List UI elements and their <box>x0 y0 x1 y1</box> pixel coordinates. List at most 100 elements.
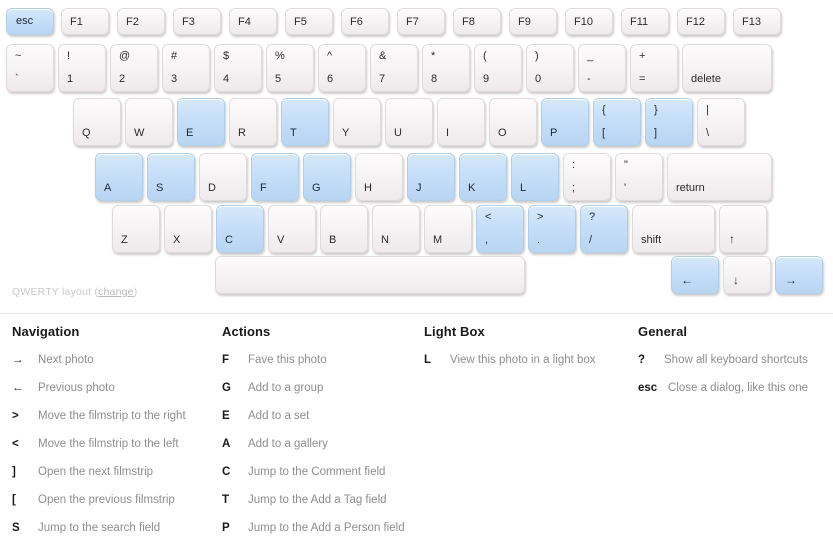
key-up[interactable]: ↑ <box>719 205 767 253</box>
key-return[interactable]: return <box>667 153 772 201</box>
keyboard-shortcuts-dialog: esc F1 F2 F3 F4 F5 F6 F7 F8 F9 F10 F11 F12 F13 ~ `! 1 @2 #… <box>0 0 833 553</box>
key-label: F5 <box>294 16 307 28</box>
key-b[interactable]: B <box>320 205 368 253</box>
key-j[interactable]: J <box>407 153 455 201</box>
key-slash[interactable]: ? / <box>580 205 628 253</box>
shortcut-description: Next photo <box>38 354 94 366</box>
arrow-icon: ↑ <box>729 232 735 246</box>
key-c[interactable]: C <box>216 205 264 253</box>
key-label: T <box>290 127 297 139</box>
key-space[interactable] <box>215 256 525 294</box>
key-m[interactable]: M <box>424 205 472 253</box>
key-base-glyph: \ <box>706 127 710 139</box>
key-o[interactable]: O <box>489 98 537 146</box>
key-r[interactable]: R <box>229 98 277 146</box>
shortcut-item: A Add to a gallery <box>222 437 422 452</box>
key-y[interactable]: Y <box>333 98 381 146</box>
shortcut-description: Move the filmstrip to the left <box>38 438 179 450</box>
key-w[interactable]: W <box>125 98 173 146</box>
shortcut-key: S <box>12 522 20 534</box>
key-left[interactable]: ← <box>671 256 719 294</box>
key-u[interactable]: U <box>385 98 433 146</box>
key-d[interactable]: D <box>199 153 247 201</box>
shortcut-description: Fave this photo <box>248 354 327 366</box>
key-semicolon[interactable]: :; <box>563 153 611 201</box>
key-quote[interactable]: " ' <box>615 153 663 201</box>
key-rbracket[interactable]: }] <box>645 98 693 146</box>
arrow-icon: ↓ <box>733 273 739 287</box>
shortcut-description: Open the next filmstrip <box>38 466 154 478</box>
key-f1[interactable]: F1 <box>61 8 109 35</box>
key-base-glyph: 8 <box>431 73 438 85</box>
shortcut-item: S Jump to the search field <box>12 521 222 536</box>
layout-note-prefix: QWERTY layout ( <box>12 286 99 298</box>
key-f13[interactable]: F13 <box>733 8 781 35</box>
key-x[interactable]: X <box>164 205 212 253</box>
key-a[interactable]: A <box>95 153 143 201</box>
key-delete[interactable]: delete <box>682 44 772 92</box>
key-f9[interactable]: F9 <box>509 8 557 35</box>
legend-column-title: Actions <box>222 324 271 339</box>
key-1[interactable]: ! 1 <box>58 44 106 92</box>
key-v[interactable]: V <box>268 205 316 253</box>
key-p[interactable]: P <box>541 98 589 146</box>
key-e[interactable]: E <box>177 98 225 146</box>
key-label: G <box>312 182 321 194</box>
key-backtick[interactable]: ~ ` <box>6 44 54 92</box>
key-backslash[interactable]: | \ <box>697 98 745 146</box>
key-7[interactable]: & 7 <box>370 44 418 92</box>
key-label: L <box>520 182 527 194</box>
key-k[interactable]: K <box>459 153 507 201</box>
key-minus[interactable]: _ - <box>578 44 626 92</box>
key-2[interactable]: @2 <box>110 44 158 92</box>
key-period[interactable]: >. <box>528 205 576 253</box>
key-h[interactable]: H <box>355 153 403 201</box>
shortcut-key: F <box>222 354 230 366</box>
key-t[interactable]: T <box>281 98 329 146</box>
key-9[interactable]: (9 <box>474 44 522 92</box>
key-shift[interactable]: shift <box>632 205 715 253</box>
key-comma[interactable]: <, <box>476 205 524 253</box>
key-6[interactable]: ^ 6 <box>318 44 366 92</box>
key-f3[interactable]: F3 <box>173 8 221 35</box>
key-down[interactable]: ↓ <box>723 256 771 294</box>
key-f4[interactable]: F4 <box>229 8 277 35</box>
key-label: M <box>433 234 443 246</box>
key-3[interactable]: #3 <box>162 44 210 92</box>
key-f8[interactable]: F8 <box>453 8 501 35</box>
key-f10[interactable]: F10 <box>565 8 613 35</box>
shortcut-item: esc Close a dialog, like this one <box>638 381 833 396</box>
key-label: F8 <box>462 16 475 28</box>
key-f2[interactable]: F2 <box>117 8 165 35</box>
shortcut-description: Add to a group <box>248 382 324 394</box>
key-esc[interactable]: esc <box>6 8 54 35</box>
key-f7[interactable]: F7 <box>397 8 445 35</box>
key-g[interactable]: G <box>303 153 351 201</box>
key-label: C <box>225 234 233 246</box>
key-z[interactable]: Z <box>112 205 160 253</box>
key-5[interactable]: % 5 <box>266 44 314 92</box>
key-f6[interactable]: F6 <box>341 8 389 35</box>
key-i[interactable]: I <box>437 98 485 146</box>
arrow-icon: → <box>785 273 797 287</box>
key-f[interactable]: F <box>251 153 299 201</box>
key-8[interactable]: * 8 <box>422 44 470 92</box>
key-right[interactable]: → <box>775 256 823 294</box>
key-lbracket[interactable]: {[ <box>593 98 641 146</box>
key-4[interactable]: $4 <box>214 44 262 92</box>
section-divider <box>0 313 833 314</box>
key-s[interactable]: S <box>147 153 195 201</box>
key-f5[interactable]: F5 <box>285 8 333 35</box>
change-layout-link[interactable]: change <box>98 286 134 298</box>
key-0[interactable]: ) 0 <box>526 44 574 92</box>
key-label: esc <box>16 15 34 27</box>
key-f11[interactable]: F11 <box>621 8 669 35</box>
key-l[interactable]: L <box>511 153 559 201</box>
key-f12[interactable]: F12 <box>677 8 725 35</box>
key-shift-glyph: > <box>537 211 544 223</box>
key-q[interactable]: Q <box>73 98 121 146</box>
shortcut-description: Jump to the Add a Tag field <box>248 494 387 506</box>
key-n[interactable]: N <box>372 205 420 253</box>
key-shift-glyph: ! <box>67 50 71 62</box>
key-equals[interactable]: + = <box>630 44 678 92</box>
